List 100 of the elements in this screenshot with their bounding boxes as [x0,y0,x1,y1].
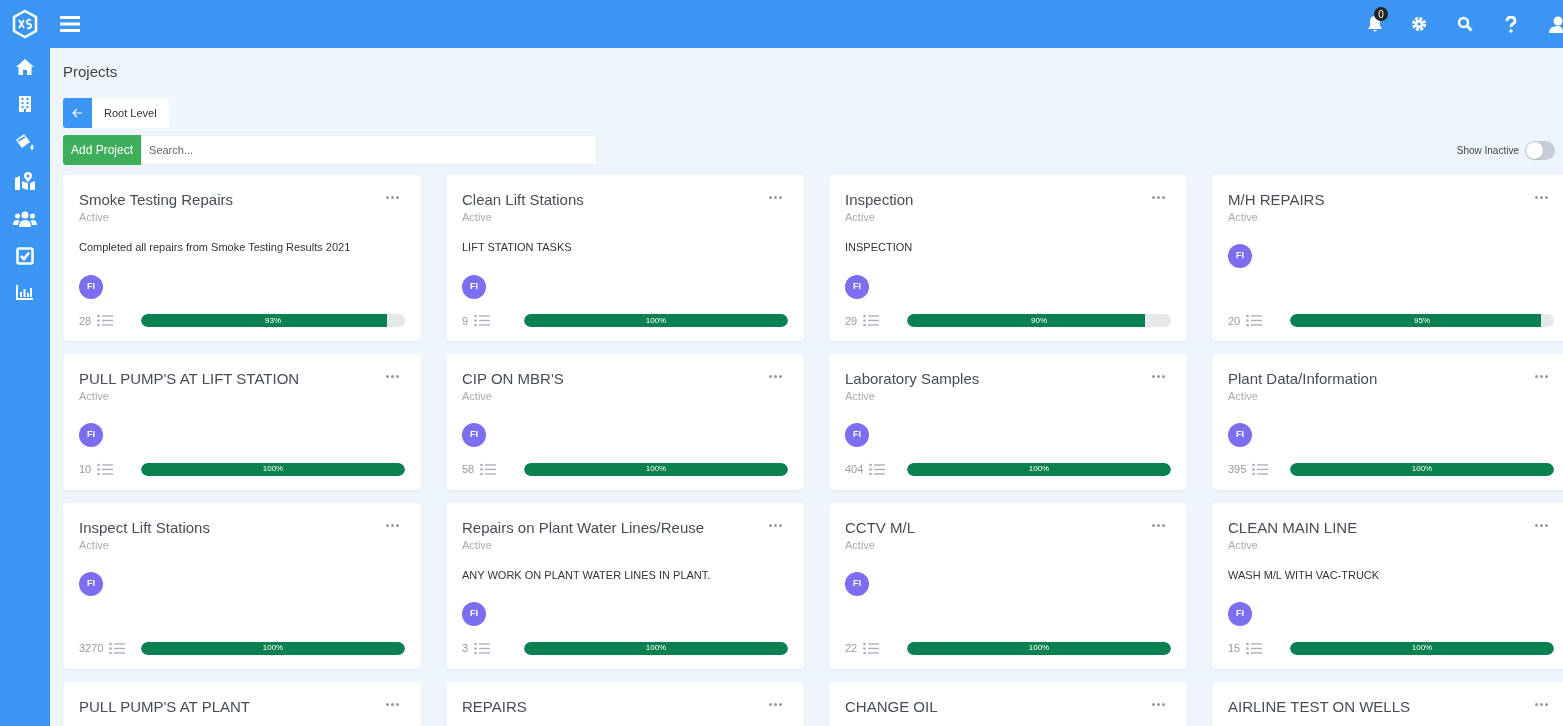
show-inactive-label: Show Inactive [1456,143,1519,158]
project-title[interactable]: CIP ON MBR'S [462,369,564,389]
project-title[interactable]: Inspection [845,190,914,210]
progress-label: 93% [264,314,282,327]
project-title[interactable]: Inspect Lift Stations [79,517,210,538]
project-title[interactable]: Clean Lift Stations [462,190,584,210]
search-icon[interactable] [1457,16,1473,32]
avatar: FI [79,274,103,299]
project-title[interactable]: Smoke Testing Repairs [79,190,233,210]
list-icon[interactable] [863,641,880,655]
building-icon[interactable] [18,95,32,113]
list-icon[interactable] [863,314,880,328]
list-icon[interactable] [97,462,114,476]
project-card[interactable]: AIRLINE TEST ON WELLS [1212,681,1563,726]
project-title[interactable]: Plant Data/Information [1228,369,1378,389]
project-card[interactable]: Laboratory Samples Active FI 404 100% [829,354,1187,490]
task-count: 58 [462,462,475,477]
map-icon[interactable] [14,171,36,191]
progress-label: 95% [1413,314,1431,327]
project-status: Active [1228,210,1259,225]
project-status: Active [1228,389,1259,404]
avatar: FI [462,602,486,626]
project-title[interactable]: M/H REPAIRS [1228,190,1325,210]
project-card[interactable]: M/H REPAIRS Active FI 20 95% [1212,175,1563,341]
project-title[interactable]: Repairs on Plant Water Lines/Reuse [462,517,705,538]
more-options-button[interactable] [384,194,401,201]
home-icon[interactable] [15,58,35,76]
project-card[interactable]: REPAIRS [446,681,804,726]
list-icon[interactable] [480,462,497,476]
list-icon[interactable] [97,314,114,328]
breadcrumb-text[interactable]: Root Level [92,98,169,128]
arrow-left-icon [72,108,83,118]
progress-label: 100% [1027,642,1051,655]
avatar: FI [462,423,486,447]
list-icon[interactable] [1246,314,1263,328]
project-status: Active [462,537,493,553]
project-card[interactable]: Repairs on Plant Water Lines/Reuse Active ANY WORK ON PLANT WATER LINES IN PLANT. FI 3 100% [446,502,804,669]
project-title[interactable]: AIRLINE TEST ON WELLS [1228,696,1410,717]
avatar: FI [845,423,869,447]
checkbox-icon[interactable] [16,247,34,265]
more-options-button[interactable] [1150,194,1167,201]
avatar: FI [845,274,869,299]
menu-icon[interactable] [60,16,80,32]
project-card[interactable]: CIP ON MBR'S Active FI 58 100% [446,354,804,490]
more-options-button[interactable] [767,373,784,380]
project-card[interactable]: CCTV M/L Active FI 22 100% [829,502,1187,669]
list-icon[interactable] [1252,462,1269,476]
task-count: 404 [845,462,864,477]
users-icon[interactable] [13,210,37,228]
list-icon[interactable] [109,641,126,655]
progress-label: 100% [1410,642,1434,655]
project-title[interactable]: REPAIRS [462,696,527,717]
project-title[interactable]: PULL PUMP'S AT LIFT STATION [79,369,300,389]
more-options-button[interactable] [384,373,401,380]
project-description: WASH M/L WITH VAC-TRUCK [1228,567,1381,583]
notification-badge: 0 [1374,7,1388,21]
project-title[interactable]: CLEAN MAIN LINE [1228,517,1358,538]
project-status: Active [462,389,493,404]
logo-icon[interactable] [11,9,39,39]
task-count: 28 [79,313,92,329]
task-count: 29 [845,313,858,329]
list-icon[interactable] [869,462,886,476]
list-icon[interactable] [474,641,491,655]
search-field[interactable]: Search... [141,135,598,165]
project-card[interactable]: PULL PUMP'S AT LIFT STATION Active FI 10 100% [63,354,421,490]
project-title[interactable]: CCTV M/L [845,517,915,538]
project-description: LIFT STATION TASKS [462,240,573,255]
help-icon[interactable] [1505,15,1517,33]
chart-icon[interactable] [16,284,34,300]
more-options-button[interactable] [1150,373,1167,380]
list-icon[interactable] [1246,641,1263,655]
project-card[interactable]: CHANGE OIL [829,681,1187,726]
project-card[interactable]: CLEAN MAIN LINE Active WASH M/L WITH VAC-TRUCK FI 15 100% [1212,502,1563,669]
project-card[interactable]: Plant Data/Information Active FI 395 100% [1212,354,1563,490]
avatar: FI [1228,602,1252,626]
task-count: 9 [462,313,469,329]
settings-icon[interactable] [1411,16,1427,32]
progress-label: 100% [644,463,668,476]
progress-label: 90% [1030,314,1048,327]
user-icon[interactable] [1549,15,1563,33]
task-count: 10 [79,462,92,477]
project-card[interactable]: Inspection Active INSPECTION FI 29 90% [829,175,1187,341]
progress-label: 100% [261,463,285,476]
project-description: INSPECTION [845,240,914,255]
more-options-button[interactable] [1533,373,1550,380]
project-title[interactable]: Laboratory Samples [845,369,980,389]
project-card[interactable]: Inspect Lift Stations Active FI 3270 100% [63,502,421,669]
project-card[interactable]: PULL PUMP'S AT PLANT [63,681,421,726]
project-title[interactable]: PULL PUMP'S AT PLANT [79,696,250,717]
more-options-button[interactable] [1533,194,1550,201]
project-status: Active [79,389,110,404]
project-card[interactable]: Clean Lift Stations Active LIFT STATION TASKS FI 9 100% [446,175,804,341]
paint-bucket-icon[interactable] [14,132,36,152]
more-options-button[interactable] [767,194,784,201]
list-icon[interactable] [474,314,491,328]
avatar: FI [462,274,486,299]
back-button[interactable] [63,98,92,128]
progress-label: 100% [644,642,668,655]
project-title[interactable]: CHANGE OIL [845,696,938,717]
project-card[interactable]: Smoke Testing Repairs Active Completed all repairs from Smoke Testing Results 2021 FI 28 93% [63,175,421,341]
